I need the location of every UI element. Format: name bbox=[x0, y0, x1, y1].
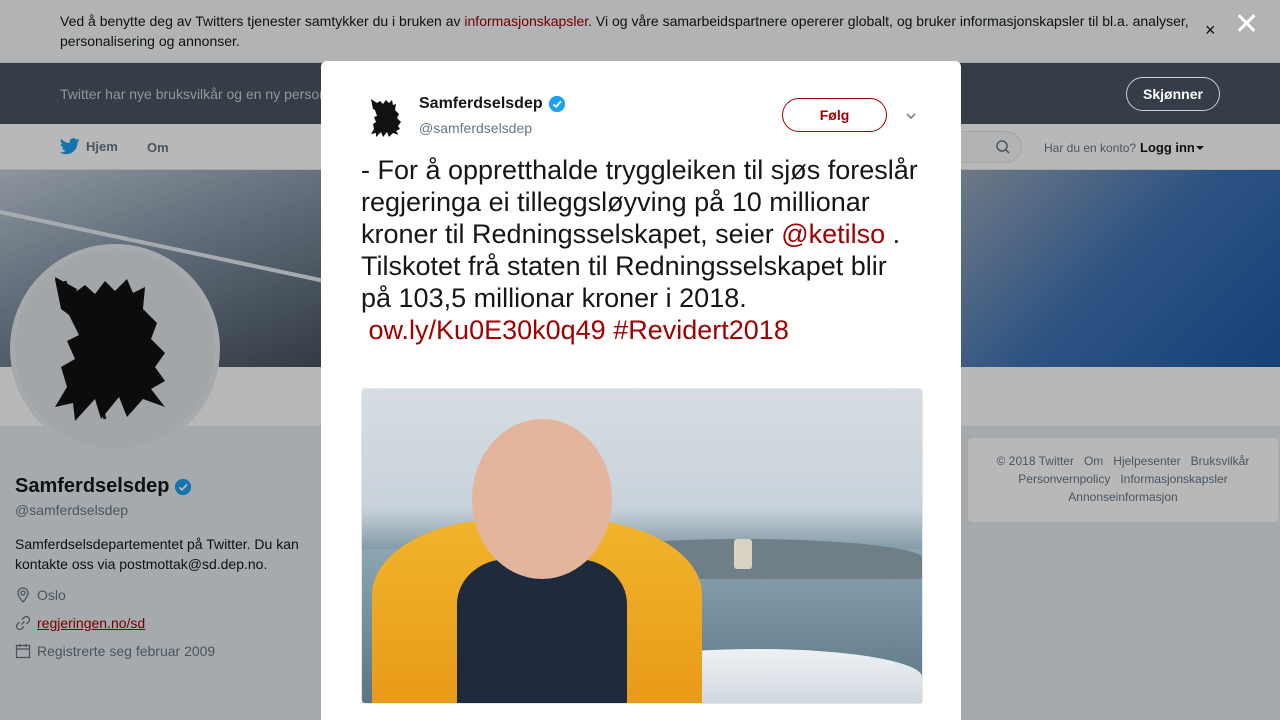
tweet-text-part2: Tilskotet frå staten til Redningsselskap… bbox=[361, 251, 887, 313]
chevron-down-icon[interactable] bbox=[906, 111, 916, 121]
tweet-photo[interactable] bbox=[361, 388, 923, 704]
photo-person-face bbox=[472, 419, 612, 579]
follow-button[interactable]: Følg bbox=[782, 98, 887, 132]
tweet-author-label: Samferdselsdep bbox=[419, 95, 543, 112]
terms-accept-button[interactable]: Skjønner bbox=[1126, 77, 1220, 111]
close-icon[interactable]: ✕ bbox=[1234, 10, 1259, 40]
tweet-author-name[interactable]: Samferdselsdep bbox=[419, 95, 566, 113]
tweet-avatar[interactable] bbox=[361, 93, 407, 139]
tweet-text-part1-end: . bbox=[885, 219, 901, 249]
verified-icon bbox=[548, 95, 565, 113]
tweet-hashtag-link[interactable]: #Revidert2018 bbox=[613, 315, 789, 345]
tweet-author-handle[interactable]: @samferdselsdep bbox=[419, 120, 532, 136]
photo-lighthouse bbox=[734, 539, 752, 569]
tweet-mention-link[interactable]: @ketilso bbox=[781, 219, 885, 249]
tweet-text: - For å oppretthalde tryggleiken til sjø… bbox=[361, 154, 921, 346]
photo-person-shirt bbox=[457, 559, 627, 703]
tweet-modal: Samferdselsdep @samferdselsdep Følg - Fo… bbox=[321, 61, 961, 720]
tweet-url-link[interactable]: ow.ly/Ku0E30k0q49 bbox=[369, 315, 606, 345]
